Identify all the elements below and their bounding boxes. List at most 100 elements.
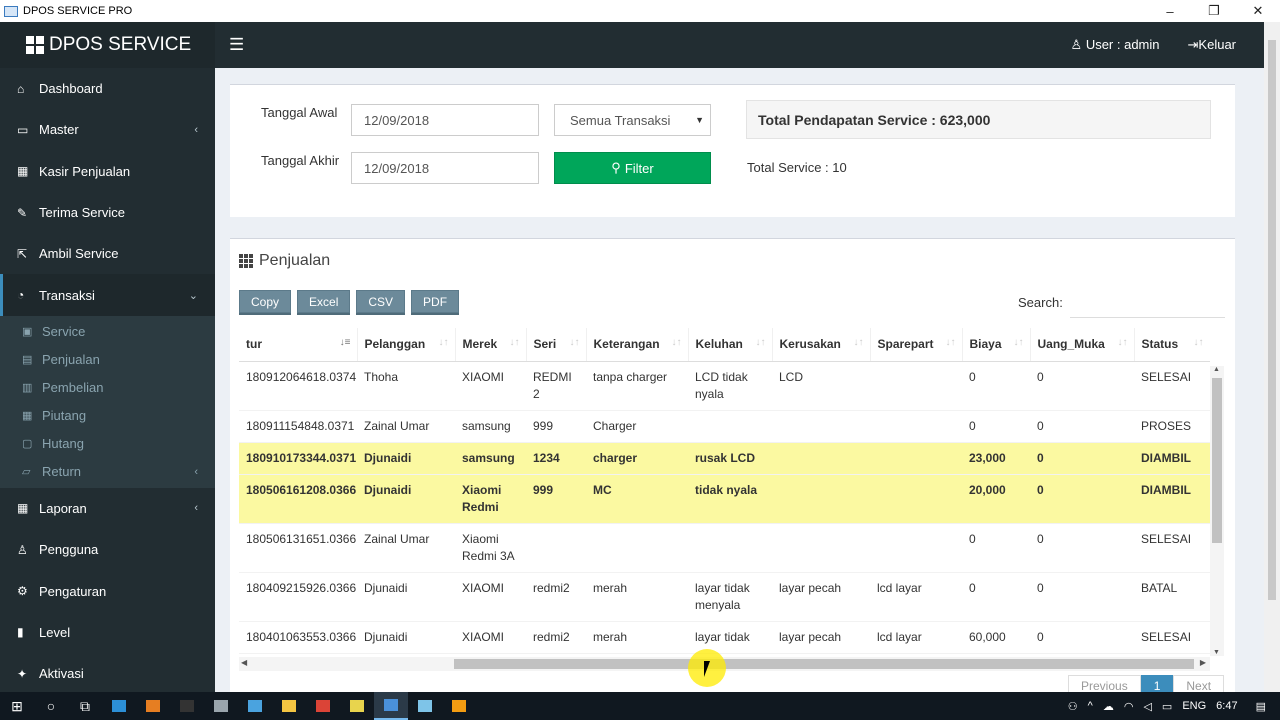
cmd-icon[interactable] [170,692,204,720]
sidebar-item-kasir-penjualan[interactable]: ▦ Kasir Penjualan [0,151,215,192]
scroll-right-icon[interactable]: ▶ [1200,658,1206,667]
pdf-button[interactable]: PDF [411,290,460,313]
keyboard-icon[interactable]: ▭ [1162,700,1172,713]
chrome-icon[interactable] [306,692,340,720]
app-glyph [452,700,466,712]
column-header[interactable]: Status ↓↑ [1134,328,1210,362]
sidebar-subitem-service[interactable]: ▣ Service [0,318,215,346]
sidebar-item-label: Level [39,624,71,640]
scroll-thumb[interactable] [454,659,1194,669]
cloud-icon[interactable]: ☁ [1103,700,1114,713]
start-icon[interactable]: ⊞ [0,692,34,720]
minimize-button[interactable]: – [1148,0,1192,22]
csv-button[interactable]: CSV [356,290,406,313]
sidebar-item-pengguna[interactable]: ♙ Pengguna [0,529,215,570]
table-vertical-scrollbar[interactable]: ▲ ▼ [1210,366,1224,656]
chevron-up-icon[interactable]: ^ [1088,700,1093,712]
sidebar-subitem-penjualan[interactable]: ▤ Penjualan [0,346,215,374]
total-service-count: Total Service : 10 [747,160,847,175]
column-header[interactable]: Keluhan ↓↑ [688,328,773,362]
caret-down-icon: ▼ [695,115,704,125]
sidebar-subitem-return[interactable]: ▱ Return ‹ [0,458,215,486]
table-row[interactable]: 180911154848.0371 Zainal Umar samsung 999 Ch… [239,410,1210,443]
sidebar-item-master[interactable]: ▭ Master ‹ [0,109,215,150]
sidebar-subitem-piutang[interactable]: ▦ Piutang [0,402,215,430]
filter-button[interactable]: ⚲ Filter [554,152,711,184]
table-row[interactable]: 180409215926.0366 Djunaidi XIAOMI redmi2 mer… [239,572,1210,622]
notepad-icon[interactable] [408,692,442,720]
table-row[interactable]: 180401063553.0366 Djunaidi XIAOMI redmi2 mer… [239,621,1210,654]
sidebar-item-aktivasi[interactable]: ✦ Aktivasi [0,653,215,694]
transaction-type-select[interactable]: Semua Transaksi ▼ [554,104,711,136]
scroll-down-icon[interactable]: ▼ [1213,649,1220,656]
calendar-icon: ▢ [22,438,33,451]
menu-toggle-icon[interactable]: ☰ [229,35,244,55]
column-header[interactable]: Keterangan ↓↑ [586,328,689,362]
wifi-icon[interactable]: ◠ [1124,700,1134,713]
app-orange2-icon[interactable] [442,692,476,720]
taskbar-apps [102,692,476,720]
scroll-thumb[interactable] [1212,378,1222,543]
sidebar-item-ambil-service[interactable]: ⇱ Ambil Service [0,233,215,274]
logout-button[interactable]: ⇥Keluar [1188,37,1250,53]
app-gray-icon[interactable] [204,692,238,720]
volume-icon[interactable]: ◁ [1143,700,1151,713]
app-orange-icon[interactable] [136,692,170,720]
table-cell: charger [586,442,688,475]
table-cell: SELESAI [1134,621,1210,654]
sidebar-item-label: Pengaturan [39,583,107,599]
sidebar-item-laporan[interactable]: ▦ Laporan ‹ [0,488,215,529]
column-header[interactable]: Merek ↓↑ [455,328,527,362]
explorer-icon[interactable] [272,692,306,720]
end-date-input[interactable]: 12/09/2018 [351,152,539,184]
search-input[interactable] [1070,317,1225,318]
sidebar-item-pengaturan[interactable]: ⚙ Pengaturan [0,570,215,611]
language-indicator[interactable]: ENG [1182,700,1206,712]
maximize-button[interactable]: ❐ [1192,0,1236,22]
column-header[interactable]: Uang_Muka ↓↑ [1030,328,1135,362]
scroll-left-icon[interactable]: ◀ [241,658,247,667]
brand-logo[interactable]: DPOS SERVICE [0,22,215,68]
table-cell: 0 [962,410,1030,443]
close-button[interactable]: ✕ [1236,0,1280,22]
excel-button[interactable]: Excel [297,290,351,313]
table-cell: Zainal Umar [357,523,455,573]
task-view-icon[interactable]: ⧉ [68,692,102,720]
column-header[interactable]: Biaya ↓↑ [962,328,1031,362]
column-header[interactable]: Kerusakan ↓↑ [772,328,871,362]
column-header[interactable]: Sparepart ↓↑ [870,328,963,362]
search-icon[interactable]: ○ [34,692,68,720]
people-icon[interactable]: ⚇ [1068,700,1078,713]
table-cell: MC [586,474,688,524]
user-menu[interactable]: ♙ User : admin [1071,37,1174,53]
sidebar-item-transaksi[interactable]: ◔ Transaksi ⌄ [0,274,215,316]
column-header[interactable]: Seri ↓↑ [526,328,587,362]
sidebar-subitem-label: Pembelian [42,380,104,396]
window-vertical-scrollbar[interactable] [1264,22,1280,692]
notes-icon[interactable] [340,692,374,720]
magic-icon: ✦ [17,666,28,681]
sidebar-item-terima-service[interactable]: ✎ Terima Service [0,192,215,233]
sidebar-item-level[interactable]: ▮ Level [0,612,215,653]
sidebar-subitem-pembelian[interactable]: ▥ Pembelian [0,374,215,402]
vscode-icon[interactable] [102,692,136,720]
table-cell: lcd layar [870,572,962,622]
scroll-up-icon[interactable]: ▲ [1213,366,1220,373]
table-row[interactable]: 180506161208.0366 Djunaidi Xiaomi Redmi 999… [239,474,1210,524]
notification-icon[interactable]: ▤ [1256,700,1266,713]
column-header[interactable]: tur ↓≡ [239,328,358,362]
table-cell [586,523,688,573]
store-icon[interactable] [238,692,272,720]
scroll-thumb[interactable] [1268,40,1276,600]
start-date-input[interactable]: 12/09/2018 [351,104,539,136]
dpos-icon[interactable] [374,692,408,720]
table-row[interactable]: 180912064618.0374 Thoha XIAOMI REDMI 2 tanpa… [239,361,1210,411]
table-row[interactable]: 180506131651.0366 Zainal Umar Xiaomi Redmi… [239,523,1210,573]
table-row[interactable]: 180910173344.0371 Djunaidi samsung 1234 char… [239,442,1210,475]
sidebar-subitem-hutang[interactable]: ▢ Hutang [0,430,215,458]
column-header[interactable]: Pelanggan ↓↑ [357,328,456,362]
clock[interactable]: 6:47 [1216,700,1237,712]
copy-button[interactable]: Copy [239,290,292,313]
table-cell: Xiaomi Redmi 3A [455,523,526,573]
sidebar-item-dashboard[interactable]: ⌂ Dashboard [0,68,215,109]
